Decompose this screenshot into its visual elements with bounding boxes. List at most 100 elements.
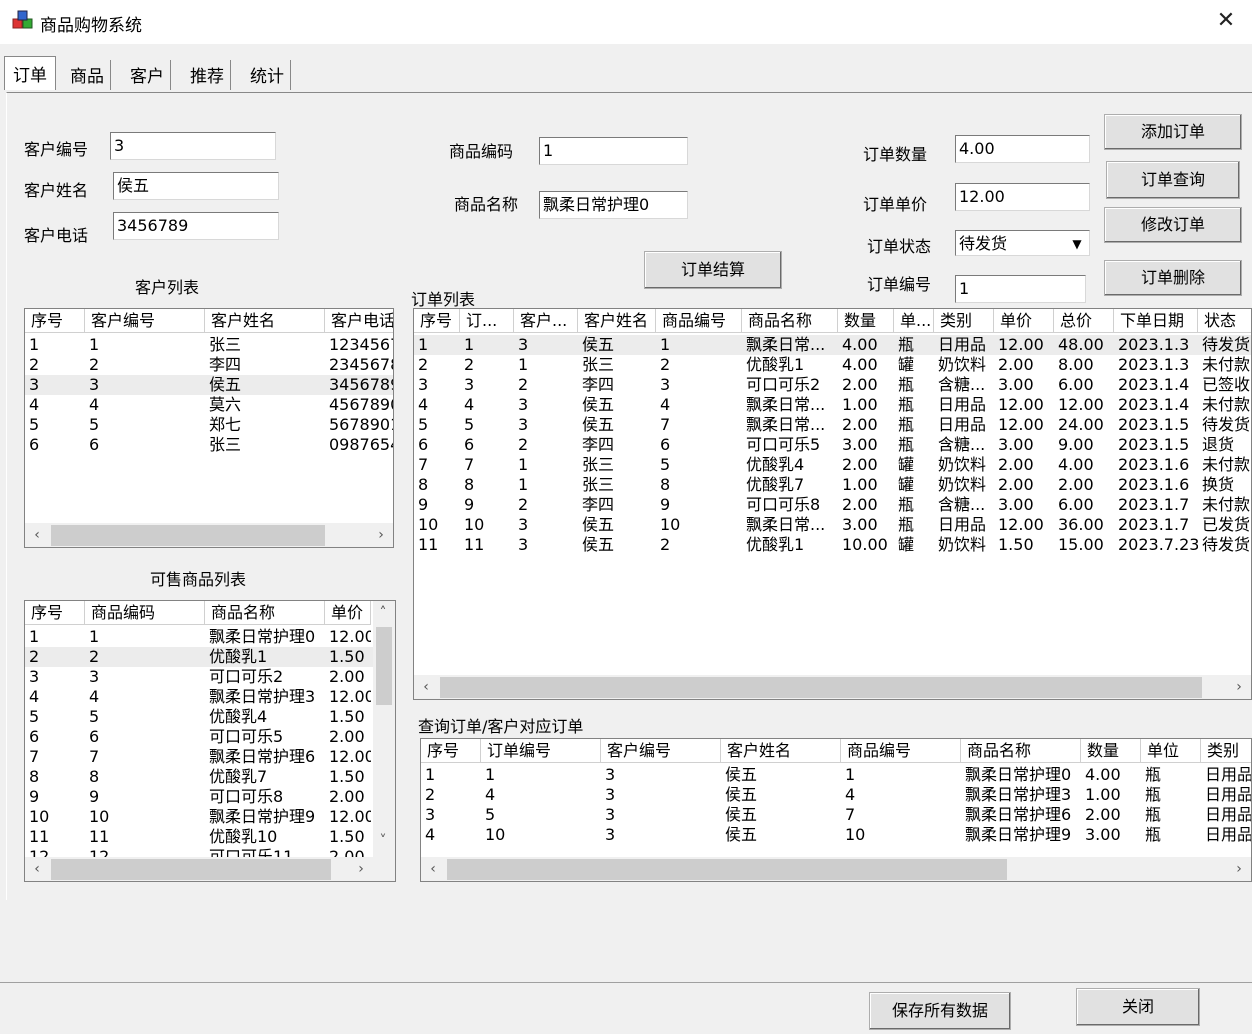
scroll-left-icon[interactable]: ‹ <box>25 523 49 547</box>
table-row[interactable]: 1 1 张三 1234567 <box>25 335 393 355</box>
table-row[interactable]: 5 5 郑七 5678901 <box>25 415 393 435</box>
column-header[interactable]: 商品名称 <box>205 601 325 625</box>
order-status-select[interactable]: 待发货 ▼ <box>955 230 1090 256</box>
column-header[interactable]: 类别 <box>934 309 994 333</box>
column-header[interactable]: 下单日期 <box>1114 309 1198 333</box>
table-row[interactable]: 1 1 3 侯五 1 飘柔日常护理0 4.00 瓶 日用品 <box>421 765 1251 785</box>
customer-phone-input[interactable]: 3456789 <box>113 212 279 240</box>
column-header[interactable]: 商品编号 <box>656 309 742 333</box>
column-header[interactable]: 客户编号 <box>601 739 721 763</box>
scroll-thumb[interactable] <box>447 859 1007 880</box>
scroll-thumb[interactable] <box>440 677 1202 698</box>
column-header[interactable]: 单价 <box>325 601 371 625</box>
table-row[interactable]: 8 8 1 张三 8 优酸乳7 1.00 罐 奶饮料 2.00 2.00 2023.1.6 换货 <box>414 475 1251 495</box>
table-row[interactable]: 5 5 3 侯五 7 飘柔日常... 2.00 瓶 日用品 12.00 24.00 2023.1.5 待… <box>414 415 1251 435</box>
save-all-button[interactable]: 保存所有数据 <box>869 992 1011 1030</box>
column-header[interactable]: 客户... <box>514 309 578 333</box>
table-row[interactable]: 4 4 3 侯五 4 飘柔日常... 1.00 瓶 日用品 12.00 12.00 2023.1.4 未… <box>414 395 1251 415</box>
customer-name-input[interactable]: 侯五 <box>113 172 279 200</box>
table-row[interactable]: 6 6 2 李四 6 可口可乐5 3.00 瓶 含糖... 3.00 9.00 2023.1.5 退货 <box>414 435 1251 455</box>
table-row[interactable]: 9 9 可口可乐8 2.00 <box>25 787 395 807</box>
table-row[interactable]: 4 10 3 侯五 10 飘柔日常护理9 3.00 瓶 日用品 <box>421 825 1251 845</box>
checkout-button[interactable]: 订单结算 <box>644 251 782 289</box>
column-header[interactable]: 类别 <box>1201 739 1251 763</box>
scroll-left-icon[interactable]: ‹ <box>25 857 49 881</box>
table-row[interactable]: 3 3 可口可乐2 2.00 <box>25 667 395 687</box>
product-list[interactable]: 序号 商品编码 商品名称 单价 1 1 飘柔日常护理0 12.00 2 2 优酸乳1 1.50 3 3 可口… <box>24 600 396 882</box>
table-row[interactable]: 6 6 张三 0987654 <box>25 435 393 455</box>
table-row[interactable]: 2 2 优酸乳1 1.50 <box>25 647 395 667</box>
column-header[interactable]: 客户姓名 <box>721 739 841 763</box>
table-row[interactable]: 4 4 飘柔日常护理3 12.00 <box>25 687 395 707</box>
tab-customer[interactable]: 客户 <box>124 60 171 90</box>
table-row[interactable]: 10 10 3 侯五 10 飘柔日常... 3.00 瓶 日用品 12.00 36.00 2023.1… <box>414 515 1251 535</box>
table-row[interactable]: 3 3 2 李四 3 可口可乐2 2.00 瓶 含糖... 3.00 6.00 2023.1.4 已签收 <box>414 375 1251 395</box>
table-row[interactable]: 1 1 飘柔日常护理0 12.00 <box>25 627 395 647</box>
table-row[interactable]: 1 1 3 侯五 1 飘柔日常... 4.00 瓶 日用品 12.00 48.00 2023.1.3 待… <box>414 335 1251 355</box>
tab-product[interactable]: 商品 <box>64 60 111 90</box>
scroll-right-icon[interactable]: › <box>1227 675 1251 699</box>
close-window-icon[interactable]: ✕ <box>1214 10 1238 34</box>
scroll-right-icon[interactable]: › <box>369 523 393 547</box>
table-row[interactable]: 7 7 1 张三 5 优酸乳4 2.00 罐 奶饮料 2.00 4.00 2023.1.6 未付款 <box>414 455 1251 475</box>
scroll-left-icon[interactable]: ‹ <box>414 675 438 699</box>
horizontal-scrollbar[interactable]: ‹ › <box>25 857 373 881</box>
table-row[interactable]: 11 11 优酸乳10 1.50 <box>25 827 395 847</box>
column-header[interactable]: 商品编号 <box>841 739 961 763</box>
column-header[interactable]: 数量 <box>1081 739 1141 763</box>
table-row[interactable]: 6 6 可口可乐5 2.00 <box>25 727 395 747</box>
scroll-thumb[interactable] <box>51 525 325 546</box>
horizontal-scrollbar[interactable]: ‹ › <box>414 675 1251 699</box>
table-row[interactable]: 2 4 3 侯五 4 飘柔日常护理3 1.00 瓶 日用品 <box>421 785 1251 805</box>
dropdown-arrow-icon[interactable]: ▼ <box>1067 233 1087 255</box>
column-header[interactable]: 客户电话 <box>325 309 393 333</box>
order-qty-input[interactable]: 4.00 <box>955 135 1090 163</box>
scroll-down-icon[interactable]: ˅ <box>372 829 394 853</box>
column-header[interactable]: 客户姓名 <box>578 309 656 333</box>
table-row[interactable]: 4 4 莫六 4567890 <box>25 395 393 415</box>
add-order-button[interactable]: 添加订单 <box>1104 114 1242 150</box>
table-row[interactable]: 2 2 1 张三 2 优酸乳1 4.00 罐 奶饮料 2.00 8.00 2023.1.3 未付款 <box>414 355 1251 375</box>
table-row[interactable]: 11 11 3 侯五 2 优酸乳1 10.00 罐 奶饮料 1.50 15.00 2023.7.23 待… <box>414 535 1251 555</box>
tab-order[interactable]: 订单 <box>4 56 56 90</box>
column-header[interactable]: 序号 <box>421 739 481 763</box>
column-header[interactable]: 数量 <box>838 309 894 333</box>
table-row[interactable]: 3 3 侯五 3456789 <box>25 375 393 395</box>
column-header[interactable]: 序号 <box>25 601 85 625</box>
table-row[interactable]: 5 5 优酸乳4 1.50 <box>25 707 395 727</box>
table-row[interactable]: 3 5 3 侯五 7 飘柔日常护理6 2.00 瓶 日用品 <box>421 805 1251 825</box>
horizontal-scrollbar[interactable]: ‹ › <box>421 857 1251 881</box>
delete-order-button[interactable]: 订单删除 <box>1104 260 1242 296</box>
column-header[interactable]: 商品编码 <box>85 601 205 625</box>
scroll-right-icon[interactable]: › <box>349 857 373 881</box>
column-header[interactable]: 订... <box>460 309 514 333</box>
vertical-scrollbar[interactable]: ˄ ˅ <box>373 601 395 881</box>
query-order-list[interactable]: 序号 订单编号 客户编号 客户姓名 商品编号 商品名称 数量 单位 类别 1 1 3 侯五 1 飘柔日常护理… <box>420 738 1252 882</box>
table-row[interactable]: 10 10 飘柔日常护理9 12.00 <box>25 807 395 827</box>
column-header[interactable]: 单位 <box>1141 739 1201 763</box>
scroll-left-icon[interactable]: ‹ <box>421 857 445 881</box>
close-button[interactable]: 关闭 <box>1076 988 1200 1026</box>
customer-id-input[interactable]: 3 <box>110 132 276 160</box>
order-list[interactable]: 序号 订... 客户... 客户姓名 商品编号 商品名称 数量 单... 类别 单价 总价 下单日期状… <box>413 308 1252 700</box>
column-header[interactable]: 序号 <box>414 309 460 333</box>
query-order-button[interactable]: 订单查询 <box>1106 161 1240 199</box>
tab-recommend[interactable]: 推荐 <box>184 60 231 90</box>
column-header[interactable]: 客户编号 <box>85 309 205 333</box>
tab-statistics[interactable]: 统计 <box>244 60 291 90</box>
customer-list[interactable]: 序号 客户编号 客户姓名 客户电话 1 1 张三 1234567 2 2 李四 2345678 3 3 侯五… <box>24 308 394 548</box>
product-name-input[interactable]: 飘柔日常护理0 <box>539 191 688 219</box>
column-header[interactable]: 商品名称 <box>961 739 1081 763</box>
scroll-up-icon[interactable]: ˄ <box>372 601 394 625</box>
table-row[interactable]: 8 8 优酸乳7 1.50 <box>25 767 395 787</box>
order-no-input[interactable]: 1 <box>955 275 1086 303</box>
horizontal-scrollbar[interactable]: ‹ › <box>25 523 393 547</box>
table-row[interactable]: 9 9 2 李四 9 可口可乐8 2.00 瓶 含糖... 3.00 6.00 2023.1.7 未付款 <box>414 495 1251 515</box>
table-row[interactable]: 2 2 李四 2345678 <box>25 355 393 375</box>
scroll-thumb[interactable] <box>51 859 331 880</box>
table-row[interactable]: 7 7 飘柔日常护理6 12.00 <box>25 747 395 767</box>
product-code-input[interactable]: 1 <box>539 137 688 165</box>
scroll-thumb[interactable] <box>376 627 392 705</box>
scroll-right-icon[interactable]: › <box>1227 857 1251 881</box>
column-header[interactable]: 订单编号 <box>481 739 601 763</box>
